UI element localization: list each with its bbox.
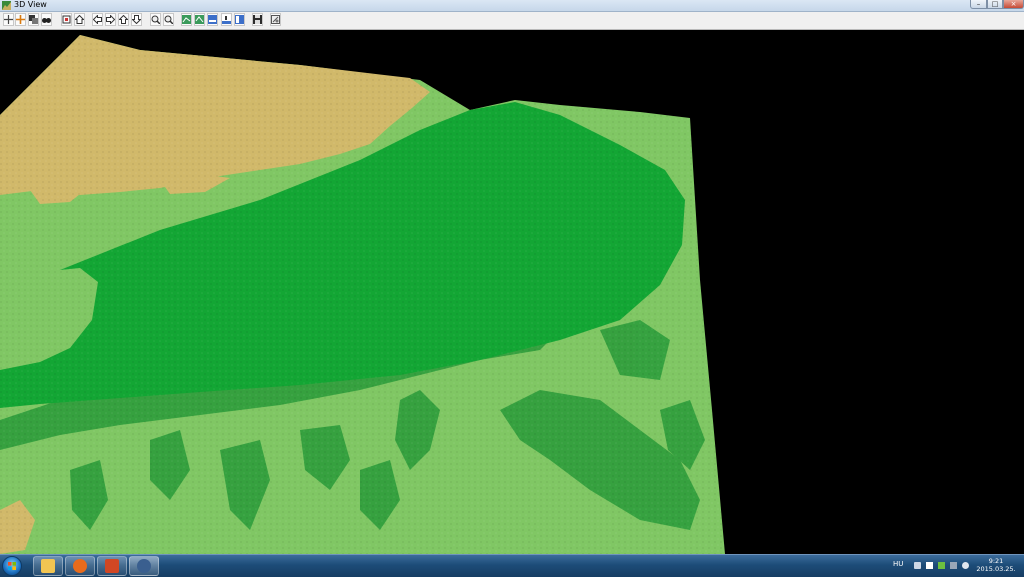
close-button[interactable]: ×: [1003, 0, 1024, 9]
arrow-right-icon: [106, 15, 115, 24]
volume-icon[interactable]: [962, 562, 969, 569]
copy-icon: [29, 15, 38, 24]
zoom-in-icon: [151, 15, 160, 24]
title-bar: 3D View – □ ×: [0, 0, 1024, 12]
copy-button[interactable]: [28, 13, 39, 26]
taskbar: HU 9:21 2015.03.25.: [0, 554, 1024, 577]
terrain-render: [0, 35, 725, 554]
home-icon: [75, 15, 84, 24]
layer-button-3[interactable]: [234, 13, 245, 26]
windows-logo-icon: [8, 562, 16, 570]
taskbar-powerpoint-button[interactable]: [97, 556, 127, 576]
surface-button-2[interactable]: [194, 13, 205, 26]
home-button[interactable]: [74, 13, 85, 26]
clock-date: 2015.03.25.: [976, 565, 1016, 573]
layer-icon-1: [208, 15, 217, 24]
arrow-up-icon: [119, 15, 128, 24]
arrow-left-button[interactable]: [92, 13, 103, 26]
settings-icon: [271, 15, 280, 24]
nvidia-icon[interactable]: [938, 562, 945, 569]
zoom-out-button[interactable]: [163, 13, 174, 26]
language-indicator[interactable]: HU: [893, 560, 903, 568]
start-button[interactable]: [2, 556, 22, 576]
layer-icon-3: [235, 15, 244, 24]
settings-button[interactable]: [270, 13, 281, 26]
arrow-up-button[interactable]: [118, 13, 129, 26]
security-icon[interactable]: [914, 562, 921, 569]
layer-icon-2: [222, 15, 231, 24]
arrow-left-icon: [93, 15, 102, 24]
folder-icon: [41, 559, 55, 573]
powerpoint-icon: [105, 559, 119, 573]
surface-icon-1: [182, 15, 191, 24]
arrow-right-button[interactable]: [105, 13, 116, 26]
binoculars-icon: [42, 18, 51, 23]
firefox-icon: [73, 559, 87, 573]
maximize-button[interactable]: □: [987, 0, 1003, 9]
move-button[interactable]: [15, 13, 26, 26]
zoom-in-button[interactable]: [150, 13, 161, 26]
flag-icon[interactable]: [926, 562, 933, 569]
clock-time: 9:21: [988, 557, 1004, 565]
window-title: 3D View: [14, 0, 47, 9]
layer-button-2[interactable]: [221, 13, 232, 26]
network-icon[interactable]: [950, 562, 957, 569]
app-icon: [2, 1, 11, 10]
move-icon: [16, 15, 25, 24]
clock[interactable]: 9:21 2015.03.25.: [976, 557, 1016, 573]
arrow-down-icon: [132, 15, 141, 24]
save-button[interactable]: [252, 13, 263, 26]
terrain-3d-viewport[interactable]: [0, 30, 1024, 554]
taskbar-3dview-button[interactable]: [129, 556, 159, 576]
minimize-button[interactable]: –: [970, 0, 987, 9]
surface-icon-2: [195, 15, 204, 24]
zoom-out-icon: [164, 15, 173, 24]
taskbar-firefox-button[interactable]: [65, 556, 95, 576]
frame-button[interactable]: [61, 13, 72, 26]
layer-button-1[interactable]: [207, 13, 218, 26]
pan-icon: [4, 15, 13, 24]
system-tray: HU 9:21 2015.03.25.: [890, 555, 1024, 577]
globe-app-icon: [137, 559, 151, 573]
toolbar: [0, 12, 1024, 30]
save-icon: [253, 15, 262, 24]
pan-button[interactable]: [3, 13, 14, 26]
frame-icon: [62, 15, 71, 24]
taskbar-explorer-button[interactable]: [33, 556, 63, 576]
arrow-down-button[interactable]: [131, 13, 142, 26]
binoculars-button[interactable]: [41, 13, 52, 26]
surface-button-1[interactable]: [181, 13, 192, 26]
